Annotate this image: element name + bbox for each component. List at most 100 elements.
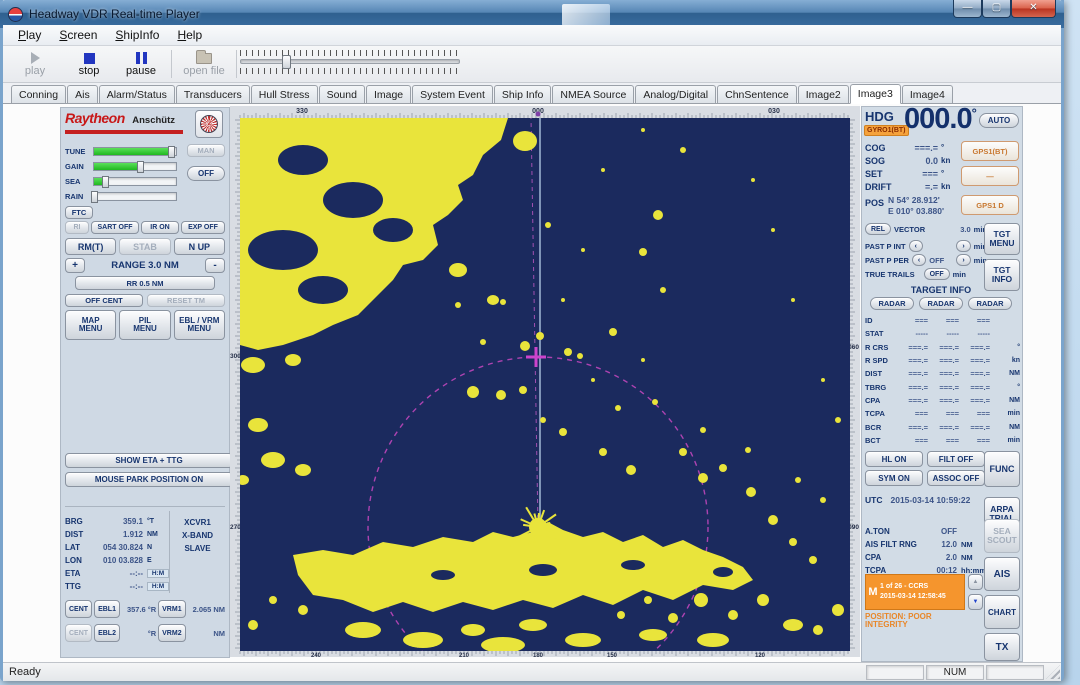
tab-ship-info[interactable]: Ship Info (494, 85, 551, 103)
radar-source-button-3[interactable]: RADAR (968, 297, 1012, 310)
past-int-decrease-button[interactable]: ‹ (909, 240, 923, 252)
drift-source-button[interactable]: — (961, 166, 1019, 186)
tab-image[interactable]: Image (366, 85, 411, 103)
ais-button[interactable]: AIS (984, 557, 1020, 591)
tab-conning[interactable]: Conning (11, 85, 66, 103)
pause-button[interactable]: pause (115, 49, 167, 80)
sart-button[interactable]: SART OFF (91, 221, 139, 234)
cent-button-2[interactable]: CENT (65, 624, 92, 642)
slider-thumb[interactable] (282, 55, 291, 69)
maximize-button[interactable]: ▢ (982, 0, 1011, 18)
rm-button[interactable]: RM(T) (65, 238, 116, 255)
past-per-decrease-button[interactable]: ‹ (912, 254, 926, 266)
trails-off-button[interactable]: OFF (924, 268, 950, 280)
menu-play[interactable]: Play (9, 26, 50, 44)
alert-scroll-up-button[interactable]: ▲ (968, 574, 983, 590)
man-button[interactable]: MAN (187, 144, 225, 157)
slider-track-rain[interactable] (93, 192, 177, 201)
target-echo (668, 613, 678, 623)
menu-screen[interactable]: Screen (50, 26, 106, 44)
past-per-label: PAST P PER (865, 256, 909, 265)
title-bar[interactable]: Headway VDR Real-time Player — ▢ ✕ (0, 0, 1064, 28)
ais-alert-box[interactable]: M 1 of 26 - CCRS 2015-03-14 12:58:45 (865, 574, 965, 610)
slider-thumb-gain[interactable] (137, 161, 144, 173)
target-value: ===.= (928, 383, 959, 392)
tab-hull-stress[interactable]: Hull Stress (251, 85, 318, 103)
tab-chnsentence[interactable]: ChnSentence (717, 85, 797, 103)
show-eta-button[interactable]: SHOW ETA + TTG (65, 453, 233, 468)
slider-track-sea[interactable] (93, 177, 177, 186)
chart-button[interactable]: CHART (984, 595, 1020, 629)
tab-alarm-status[interactable]: Alarm/Status (99, 85, 175, 103)
exp-button[interactable]: EXP OFF (181, 221, 225, 234)
sea-scout-button[interactable]: SEA SCOUT (984, 519, 1020, 553)
tab-image2[interactable]: Image2 (798, 85, 849, 103)
alert-scroll-down-button[interactable]: ▼ (968, 594, 983, 610)
tab-system-event[interactable]: System Event (412, 85, 493, 103)
tab-nmea-source[interactable]: NMEA Source (552, 85, 634, 103)
play-button[interactable]: play (9, 49, 61, 80)
slider-track-gain[interactable] (93, 162, 177, 171)
slider-track[interactable] (240, 59, 460, 64)
nav-unit: kn (941, 182, 957, 191)
tab-image4[interactable]: Image4 (902, 85, 953, 103)
range-rings-button[interactable]: RR 0.5 NM (75, 276, 215, 290)
vrm1-button[interactable]: VRM1 (158, 600, 185, 618)
ftc-button[interactable]: FTC (65, 206, 93, 219)
stop-button[interactable]: stop (63, 49, 115, 80)
filt-button[interactable]: FILT OFF (927, 451, 985, 467)
tab-ais[interactable]: Ais (67, 85, 98, 103)
gps1-d-button[interactable]: GPS1 D (961, 195, 1019, 215)
tab-transducers[interactable]: Transducers (176, 85, 250, 103)
slider-thumb-tune[interactable] (168, 146, 175, 158)
reset-tm-button[interactable]: RESET TM (147, 294, 225, 307)
off-button[interactable]: OFF (187, 166, 225, 181)
tx-button[interactable]: TX (984, 633, 1020, 661)
gps1-bt-button[interactable]: GPS1(BT) (961, 141, 1019, 161)
rel-vector-button[interactable]: REL (865, 223, 891, 235)
ebl1-button[interactable]: EBL1 (94, 600, 120, 618)
tab-analog-digital[interactable]: Analog/Digital (635, 85, 716, 103)
readout-label: TTG (65, 582, 93, 591)
cent-button-1[interactable]: CENT (65, 600, 92, 618)
ir-button[interactable]: IR ON (141, 221, 179, 234)
range-decrease-button[interactable]: - (205, 258, 225, 273)
playback-slider[interactable] (240, 50, 460, 79)
slider-track-tune[interactable] (93, 147, 177, 156)
radar-source-button-2[interactable]: RADAR (919, 297, 963, 310)
func-button[interactable]: FUNC (984, 451, 1020, 487)
radar-ppi-display[interactable]: 330000030240210180150120300270060090 (230, 106, 860, 657)
vrm2-button[interactable]: VRM2 (158, 624, 185, 642)
resize-grip[interactable] (1046, 665, 1060, 679)
tab-sound[interactable]: Sound (319, 85, 365, 103)
range-row: + RANGE 3.0 NM - (65, 258, 225, 273)
map-menu-button[interactable]: MAP MENU (65, 310, 116, 340)
brand-logo-button[interactable] (195, 110, 223, 138)
ri-button[interactable]: RI (65, 221, 89, 234)
auto-button[interactable]: AUTO (979, 113, 1019, 128)
hl-button[interactable]: HL ON (865, 451, 923, 467)
pil-menu-button[interactable]: PIL MENU (119, 310, 170, 340)
range-increase-button[interactable]: + (65, 258, 85, 273)
close-button[interactable]: ✕ (1011, 0, 1056, 18)
mouse-park-button[interactable]: MOUSE PARK POSITION ON (65, 472, 233, 487)
ebl-vrm-menu-button[interactable]: EBL / VRM MENU (174, 310, 225, 340)
slider-thumb-sea[interactable] (102, 176, 109, 188)
radar-source-button-1[interactable]: RADAR (870, 297, 914, 310)
slider-thumb-rain[interactable] (91, 191, 98, 203)
tgt-menu-button[interactable]: TGT MENU (984, 223, 1020, 255)
minimize-button[interactable]: — (953, 0, 982, 18)
stab-button[interactable]: STAB (119, 238, 170, 255)
assoc-button[interactable]: ASSOC OFF (927, 470, 985, 486)
sym-button[interactable]: SYM ON (865, 470, 923, 486)
off-center-button[interactable]: OFF CENT (65, 294, 143, 307)
slider-label-gain: GAIN (65, 162, 93, 171)
past-int-increase-button[interactable]: › (956, 240, 970, 252)
open-file-button[interactable]: open file (175, 49, 233, 80)
ebl2-button[interactable]: EBL2 (94, 624, 120, 642)
tab-image3[interactable]: Image3 (850, 84, 901, 104)
past-per-increase-button[interactable]: › (956, 254, 970, 266)
menu-shipinfo[interactable]: ShipInfo (106, 26, 168, 44)
north-up-button[interactable]: N UP (174, 238, 225, 255)
menu-help[interactable]: Help (168, 26, 211, 44)
